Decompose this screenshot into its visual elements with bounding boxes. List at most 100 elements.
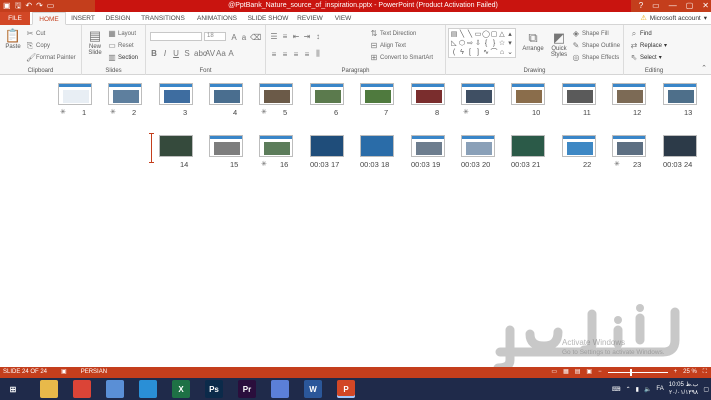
slide-thumbnail[interactable]	[612, 135, 646, 157]
slide-thumbnail[interactable]	[259, 135, 293, 157]
zoom-in-button[interactable]: +	[674, 367, 678, 378]
animation-star-icon[interactable]: ✳	[261, 160, 267, 168]
slide-thumbnail[interactable]	[562, 83, 596, 105]
tab-view[interactable]: VIEW	[330, 12, 356, 25]
maximize-button[interactable]: ▢	[686, 0, 694, 12]
slide-sorter-view-icon[interactable]: ▦	[563, 367, 569, 378]
star-shape-icon[interactable]: ☆	[498, 39, 506, 48]
paste-button[interactable]: 📋 Paste	[3, 28, 23, 50]
select-button[interactable]: ⇖ Select ▾	[630, 53, 662, 62]
scroll-shapes-icon[interactable]: ▾	[506, 39, 514, 48]
slide-thumbnail[interactable]	[209, 83, 243, 105]
slide-thumbnail[interactable]	[209, 135, 243, 157]
slide-thumbnail[interactable]	[511, 135, 545, 157]
slide-thumbnail[interactable]	[360, 135, 394, 157]
animation-star-icon[interactable]: ✳	[614, 160, 620, 168]
word-icon[interactable]: W	[304, 380, 322, 398]
font-name-combo[interactable]	[150, 32, 202, 41]
smartart-button[interactable]: ⊞ Convert to SmartArt	[370, 53, 433, 62]
slide-thumbnail[interactable]	[159, 83, 193, 105]
copy-button[interactable]: ⎘ Copy	[26, 41, 50, 51]
triangle-shape-icon[interactable]: △	[498, 30, 506, 39]
tab-animations[interactable]: ANIMATIONS	[192, 12, 242, 25]
slide-thumbnail[interactable]	[461, 135, 495, 157]
zoom-out-button[interactable]: −	[598, 367, 602, 378]
slide-thumbnail[interactable]	[259, 83, 293, 105]
find-button[interactable]: ⌕ Find	[630, 29, 652, 39]
save-icon[interactable]: 🖫	[15, 1, 22, 11]
reset-button[interactable]: ▭ Reset	[108, 41, 133, 50]
lightning-shape-icon[interactable]: ϟ	[458, 48, 466, 57]
powerpoint-icon[interactable]: P	[337, 380, 355, 398]
slide-thumbnail[interactable]	[108, 83, 142, 105]
arrange-button[interactable]: ⧉ Arrange	[520, 30, 546, 52]
animation-star-icon[interactable]: ✳	[261, 108, 267, 116]
cut-button[interactable]: ✂ Cut	[26, 29, 46, 38]
tab-review[interactable]: REVIEW	[294, 12, 326, 25]
italic-icon[interactable]: I	[161, 49, 169, 58]
tab-transitions[interactable]: TRANSITIONS	[138, 12, 188, 25]
refresh-icon[interactable]	[139, 380, 157, 398]
case-icon[interactable]: Aa	[216, 49, 226, 58]
arrow-right-shape-icon[interactable]: ⇨	[466, 39, 474, 48]
flow-shape-icon[interactable]: ⌂	[498, 48, 506, 57]
reading-view-icon[interactable]: ▤	[575, 367, 581, 378]
zoom-thumb[interactable]	[629, 369, 632, 376]
slide-thumbnail[interactable]	[310, 135, 344, 157]
align-left-icon[interactable]: ≡	[270, 50, 278, 59]
line2-shape-icon[interactable]: ╲	[466, 30, 474, 39]
underline-icon[interactable]: U	[172, 49, 180, 58]
help-icon[interactable]: ?	[639, 0, 643, 12]
photoshop-icon[interactable]: Ps	[205, 380, 223, 398]
animation-star-icon[interactable]: ✳	[110, 108, 116, 116]
slide-thumbnail[interactable]	[58, 83, 92, 105]
minimize-button[interactable]: —	[669, 0, 677, 12]
zoom-level[interactable]: 25 %	[683, 367, 697, 378]
slide-thumbnail[interactable]	[411, 135, 445, 157]
format-painter-button[interactable]: 🖌 Format Painter	[26, 53, 76, 62]
slide-thumbnail[interactable]	[511, 83, 545, 105]
columns-icon[interactable]: ⫼	[314, 49, 322, 59]
justify-icon[interactable]: ≡	[303, 50, 311, 59]
tab-home[interactable]: HOME	[32, 12, 66, 25]
hexagon-shape-icon[interactable]: ⬡	[458, 39, 466, 48]
language-indicator[interactable]: PERSIAN	[81, 367, 107, 378]
bracket2-shape-icon[interactable]: ]	[474, 48, 482, 57]
animation-star-icon[interactable]: ✳	[463, 108, 469, 116]
messenger-icon[interactable]	[271, 380, 289, 398]
start-menu-icon[interactable]: ⊞	[4, 380, 22, 398]
close-button[interactable]: ✕	[702, 0, 709, 12]
bullets-icon[interactable]: ☰	[270, 32, 278, 41]
arrow-down-shape-icon[interactable]: ⇩	[474, 39, 482, 48]
normal-view-icon[interactable]: ▭	[551, 367, 557, 378]
replace-button[interactable]: ⇄ Replace ▾	[630, 41, 667, 50]
zoom-slider[interactable]	[607, 369, 668, 376]
ribbon-display-icon[interactable]: ▭	[652, 0, 660, 12]
brace-shape-icon[interactable]: {	[482, 39, 490, 48]
layout-button[interactable]: ▦ Layout	[108, 29, 136, 38]
slide-thumbnail[interactable]	[411, 83, 445, 105]
tab-slide-show[interactable]: SLIDE SHOW	[246, 12, 290, 25]
align-center-icon[interactable]: ≡	[281, 50, 289, 59]
indent-decrease-icon[interactable]: ⇤	[292, 32, 300, 41]
indent-increase-icon[interactable]: ⇥	[303, 32, 311, 41]
align-text-button[interactable]: ⊟ Align Text	[370, 41, 406, 50]
tab-insert[interactable]: INSERT	[68, 12, 98, 25]
shapes-gallery[interactable]: ▤ ╲ ╲ ▭ ◯ ▢ △ ▴ ◺ ⬡ ⇨ ⇩{} ☆ ▾ (ϟ[] ∿ ⌒ ⌂ ⌄	[448, 28, 516, 58]
numbering-icon[interactable]: ≡	[281, 32, 289, 41]
slide-thumbnail[interactable]	[461, 83, 495, 105]
slide-thumbnail[interactable]	[663, 83, 697, 105]
network-icon[interactable]: ▮	[636, 386, 639, 393]
text-direction-button[interactable]: ⇅ Text Direction	[370, 29, 417, 38]
slide-thumbnail[interactable]	[360, 83, 394, 105]
remote-icon[interactable]	[106, 380, 124, 398]
line-shape-icon[interactable]: ╲	[458, 30, 466, 39]
arc-shape-icon[interactable]: ⌒	[490, 48, 498, 57]
spacing-icon[interactable]: AV	[205, 49, 215, 58]
shadow-icon[interactable]: S	[183, 49, 191, 58]
notifications-icon[interactable]: ▢	[703, 386, 709, 393]
tab-file[interactable]: FILE	[0, 12, 30, 25]
chrome-icon[interactable]	[73, 380, 91, 398]
excel-icon[interactable]: X	[172, 380, 190, 398]
shape-effects-button[interactable]: ◎ Shape Effects	[572, 53, 620, 62]
